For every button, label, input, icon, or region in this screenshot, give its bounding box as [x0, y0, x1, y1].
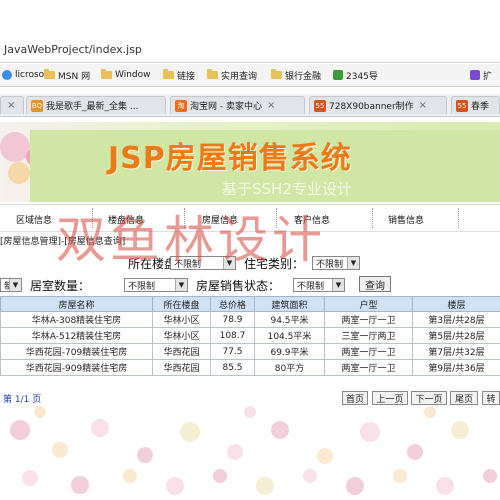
table-cell: 两室一厅一卫 — [324, 343, 413, 360]
page-info: 第 1/1 页 — [3, 395, 42, 405]
favorites-bar: licroso MSN 网 Window 链接 实用查询 银行金融 2345导 … — [0, 64, 500, 87]
favorite-item[interactable]: 扩 — [470, 68, 492, 82]
table-cell: 第7层/共32层 — [412, 343, 500, 360]
favorite-item[interactable]: Window — [101, 68, 151, 82]
prev-page-button[interactable]: 上一页 — [372, 391, 408, 405]
table-cell: 两室一厅一卫 — [324, 359, 413, 376]
taobao-icon: 淘 — [175, 99, 187, 112]
table-cell: 华林小区 — [152, 327, 211, 344]
address-url[interactable]: JavaWebProject/index.jsp — [4, 43, 142, 56]
rooms-filter-label: 居室数量： — [30, 279, 91, 293]
tab-item[interactable]: 55 728X90banner制作 × — [309, 96, 447, 114]
nav-item-region[interactable]: 区域信息 — [16, 213, 52, 226]
table-cell: 69.9平米 — [254, 343, 325, 360]
table-cell: 94.5平米 — [254, 311, 325, 328]
column-header: 户型 — [324, 296, 413, 312]
table-cell: 三室一厅两卫 — [324, 327, 413, 344]
table-cell: 华西花园-909精装住宅房 — [0, 359, 153, 376]
banner-subtitle: 基于SSH2专业设计 — [222, 180, 352, 198]
table-cell: 77.5 — [210, 343, 255, 360]
favorite-item[interactable]: MSN 网 — [44, 68, 90, 82]
folder-icon — [271, 69, 282, 79]
folder-icon — [101, 69, 112, 79]
table-row[interactable]: 华西花园-709精装住宅房 华西花园 77.5 69.9平米 两室一厅一卫 第7… — [0, 343, 500, 360]
table-row[interactable]: 华西花园-909精装住宅房 华西花园 85.5 80平方 两室一厅一卫 第9层/… — [0, 359, 500, 376]
last-page-button[interactable]: 尾页 — [450, 391, 478, 405]
site-favicon-icon: 55 — [314, 99, 326, 112]
rooms-select[interactable]: 不限制 ▼ — [124, 278, 188, 292]
column-header: 房屋名称 — [0, 296, 153, 312]
favorite-item[interactable]: 链接 — [163, 68, 195, 82]
chevron-down-icon: ▼ — [332, 279, 344, 291]
column-header: 所在楼盘 — [152, 296, 211, 312]
table-cell: 78.9 — [210, 311, 255, 328]
table-cell: 108.7 — [210, 327, 255, 344]
nav-separator — [458, 208, 460, 228]
2345-icon — [333, 70, 343, 80]
chevron-down-icon: ▼ — [347, 257, 359, 269]
table-row[interactable]: 华林A-512精装住宅房 华林小区 108.7 104.5平米 三室一厅两卫 第… — [0, 327, 500, 344]
table-header-row: 房屋名称 所在楼盘 总价格 建筑面积 户型 楼层 — [0, 296, 500, 312]
close-icon[interactable]: × — [7, 100, 15, 111]
table-cell: 第3层/共28层 — [412, 311, 500, 328]
table-cell: 华林A-512精装住宅房 — [0, 327, 153, 344]
table-cell: 104.5平米 — [254, 327, 325, 344]
tab-bar: × BQ 我是歌手_最新_全集 ... 淘 淘宝网 - 卖家中心 × 55 72… — [0, 94, 500, 117]
site-favicon-icon: 55 — [456, 99, 468, 112]
table-cell: 华西花园 — [152, 359, 211, 376]
status-filter-label: 房屋销售状态： — [196, 279, 281, 293]
table-cell: 85.5 — [210, 359, 255, 376]
table-cell: 华西花园-709精装住宅房 — [0, 343, 153, 360]
folder-icon — [163, 69, 174, 79]
banner-title: JSP房屋销售系统 — [108, 141, 352, 176]
table-cell: 80平方 — [254, 359, 325, 376]
site-favicon-icon: BQ — [31, 99, 43, 112]
first-page-button[interactable]: 首页 — [342, 391, 368, 405]
table-row[interactable]: 华林A-308精装住宅房 华林小区 78.9 94.5平米 两室一厅一卫 第3层… — [0, 311, 500, 328]
extension-icon — [470, 70, 480, 80]
table-cell: 第9层/共36层 — [412, 359, 500, 376]
status-select[interactable]: 不限制 ▼ — [293, 278, 345, 292]
chevron-down-icon: ▼ — [175, 279, 187, 291]
tab-item[interactable]: 淘 淘宝网 - 卖家中心 × — [170, 96, 305, 114]
house-table: 房屋名称 所在楼盘 总价格 建筑面积 户型 楼层 华林A-308精装住宅房 华林… — [0, 296, 500, 376]
table-cell: 华林小区 — [152, 311, 211, 328]
goto-page-button[interactable]: 转 — [482, 391, 500, 405]
nav-separator — [372, 208, 374, 228]
table-cell: 第5层/共28层 — [412, 327, 500, 344]
column-header: 建筑面积 — [254, 296, 325, 312]
tab-active-stub[interactable]: × — [0, 96, 24, 114]
left-select[interactable]: 制 ▼ — [0, 278, 22, 292]
tab-item[interactable]: BQ 我是歌手_最新_全集 ... — [26, 96, 166, 114]
favorite-item[interactable]: 银行金融 — [271, 68, 321, 82]
nav-item-sales[interactable]: 销售信息 — [388, 213, 424, 226]
ie-icon — [2, 70, 12, 80]
favorite-item[interactable]: 2345导 — [333, 68, 378, 82]
folder-icon — [44, 69, 55, 79]
close-icon[interactable]: × — [419, 100, 427, 111]
column-header: 总价格 — [210, 296, 255, 312]
watermark: 双鱼林设计 — [56, 211, 326, 269]
folder-icon — [207, 69, 218, 79]
table-cell: 华西花园 — [152, 343, 211, 360]
favorite-item[interactable]: licroso — [2, 68, 44, 82]
chevron-down-icon: ▼ — [9, 279, 21, 291]
favorite-item[interactable]: 实用查询 — [207, 68, 257, 82]
address-bar[interactable]: JavaWebProject/index.jsp — [0, 38, 500, 63]
column-header: 楼层 — [412, 296, 500, 312]
tab-item[interactable]: 55 春季 — [451, 96, 500, 114]
close-icon[interactable]: × — [267, 100, 275, 111]
table-cell: 华林A-308精装住宅房 — [0, 311, 153, 328]
table-cell: 两室一厅一卫 — [324, 311, 413, 328]
next-page-button[interactable]: 下一页 — [411, 391, 447, 405]
query-button[interactable]: 查询 — [359, 276, 391, 292]
